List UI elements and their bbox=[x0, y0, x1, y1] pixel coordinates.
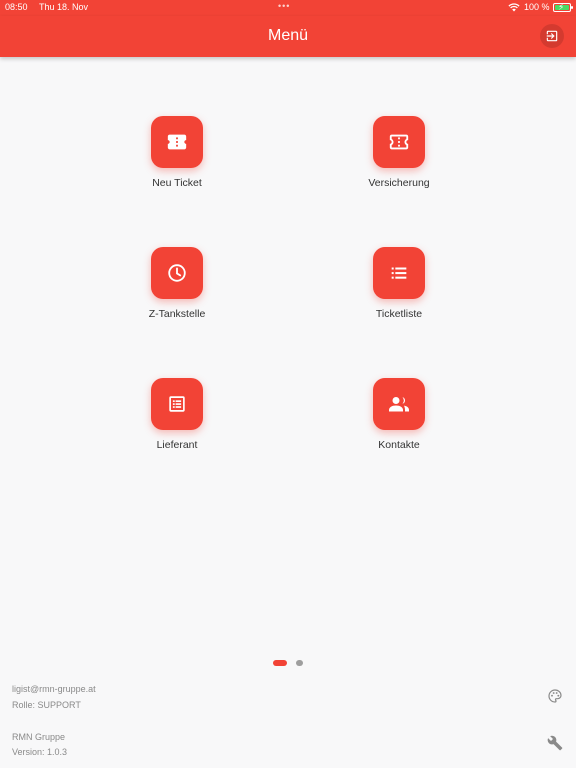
user-role: Rolle: SUPPORT bbox=[12, 700, 81, 710]
multitasking-dots[interactable]: ••• bbox=[278, 1, 290, 11]
receipt-list-icon bbox=[169, 396, 185, 412]
menu-item-label: Kontakte bbox=[378, 439, 420, 451]
menu-item-z-tankstelle[interactable]: Z-Tankstelle bbox=[107, 247, 247, 320]
wifi-icon bbox=[508, 3, 520, 14]
page-dot-active[interactable] bbox=[273, 660, 287, 666]
page-dot[interactable] bbox=[296, 660, 303, 666]
versicherung-button[interactable] bbox=[373, 116, 425, 168]
menu-item-label: Lieferant bbox=[156, 439, 198, 451]
z-tankstelle-button[interactable] bbox=[151, 247, 203, 299]
kontakte-button[interactable] bbox=[373, 378, 425, 430]
menu-item-neu-ticket[interactable]: Neu Ticket bbox=[107, 116, 247, 189]
company-name: RMN Gruppe bbox=[12, 732, 66, 742]
menu-item-lieferant[interactable]: Lieferant bbox=[107, 378, 247, 451]
battery-percentage: 100 % bbox=[524, 2, 550, 12]
menu-item-kontakte[interactable]: Kontakte bbox=[329, 378, 469, 451]
app-version: Version: 1.0.3 bbox=[12, 747, 68, 757]
ticket-icon bbox=[167, 134, 187, 150]
user-email: ligist@rmn-gruppe.at bbox=[12, 684, 96, 694]
palette-icon[interactable] bbox=[547, 688, 563, 704]
list-icon bbox=[391, 267, 407, 279]
ticketliste-button[interactable] bbox=[373, 247, 425, 299]
menu-item-label: Neu Ticket bbox=[152, 177, 202, 189]
battery-icon: ⚡ bbox=[553, 2, 573, 12]
logout-button[interactable] bbox=[540, 24, 564, 48]
menu-item-label: Z-Tankstelle bbox=[148, 308, 206, 320]
status-date: Thu 18. Nov bbox=[39, 2, 89, 12]
status-time: 08:50 bbox=[5, 2, 28, 12]
clock-icon bbox=[168, 264, 186, 282]
wrench-icon[interactable] bbox=[547, 735, 563, 751]
menu-item-ticketliste[interactable]: Ticketliste bbox=[329, 247, 469, 320]
app-bar: Menü bbox=[0, 16, 576, 57]
neu-ticket-button[interactable] bbox=[151, 116, 203, 168]
status-bar: 08:50 Thu 18. Nov ••• 100 % ⚡ bbox=[0, 0, 576, 16]
page-title: Menü bbox=[267, 27, 309, 44]
menu-item-label: Versicherung bbox=[368, 177, 430, 189]
menu-item-label: Ticketliste bbox=[375, 308, 423, 320]
logout-icon bbox=[546, 30, 558, 42]
lieferant-button[interactable] bbox=[151, 378, 203, 430]
people-icon bbox=[389, 397, 409, 412]
ticket-outline-icon bbox=[389, 134, 409, 150]
menu-item-versicherung[interactable]: Versicherung bbox=[329, 116, 469, 189]
